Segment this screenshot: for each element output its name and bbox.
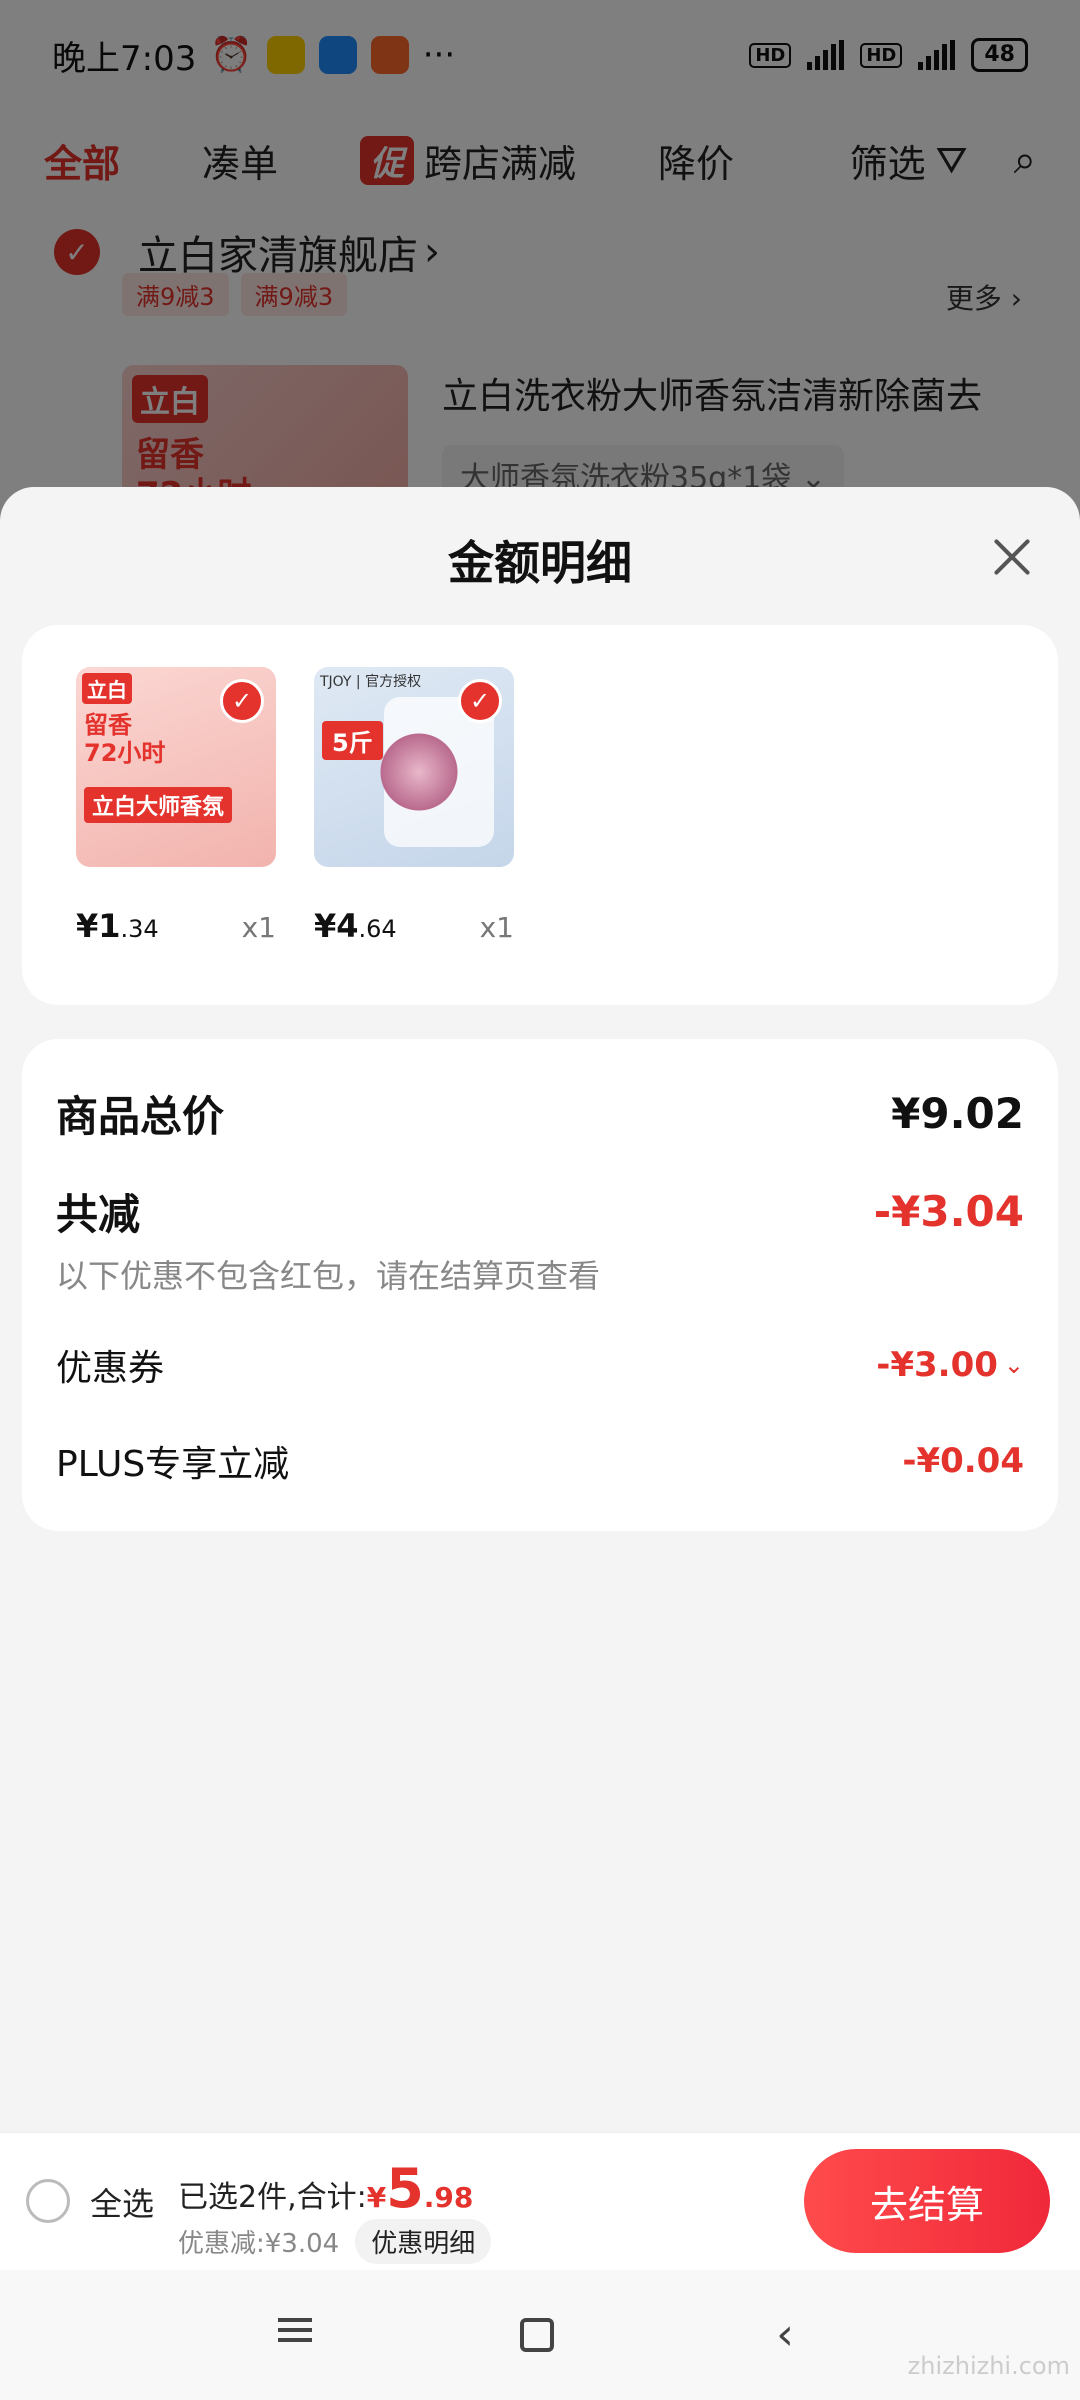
image-badge: 立白大师香氛: [84, 787, 233, 823]
selected-count-text: 已选2件,合计:: [178, 2180, 367, 2215]
product-price: ¥1.34: [76, 907, 159, 945]
selected-summary: 已选2件,合计: ¥5.98: [178, 2157, 473, 2220]
watermark: zhizhizhi.com: [907, 2352, 1070, 2380]
checked-icon: ✓: [458, 679, 502, 723]
sheet-title: 金额明细: [448, 536, 632, 590]
discount-detail-button[interactable]: 优惠明细: [355, 2219, 492, 2264]
coupon-row[interactable]: 优惠券 -¥3.00 ⌄: [56, 1339, 1024, 1391]
coupon-value: -¥3.00: [876, 1345, 998, 1385]
discount-text: 优惠减:¥3.04: [178, 2229, 340, 2259]
back-icon[interactable]: ‹: [760, 2312, 810, 2358]
chevron-down-icon[interactable]: ⌄: [1004, 1351, 1024, 1379]
total-reduction-label: 共减: [56, 1190, 141, 1239]
total-reduction-value: -¥3.04: [873, 1187, 1024, 1236]
checkout-bar: 全选 已选2件,合计: ¥5.98 优惠减:¥3.04 优惠明细 去结算: [0, 2132, 1080, 2270]
selected-product[interactable]: 立白 留香 72小时 立白大师香氛 ✓ ¥1.34 x1: [76, 667, 276, 945]
plus-discount-row: PLUS专享立减 -¥0.04: [56, 1435, 1024, 1487]
checked-icon: ✓: [220, 679, 264, 723]
product-price: ¥4.64: [314, 907, 397, 945]
plus-discount-value: -¥0.04: [902, 1441, 1024, 1481]
image-text: 留香 72小时: [84, 711, 166, 767]
select-all-label[interactable]: 全选: [90, 2179, 154, 2225]
product-quantity: x1: [479, 911, 514, 944]
close-icon[interactable]: [982, 527, 1042, 587]
flower-illustration: [374, 727, 464, 817]
image-brand-text: TJOY | 官方授权: [320, 674, 422, 690]
price-summary-card: 商品总价 ¥9.02 共减 -¥3.04 以下优惠不包含红包，请在结算页查看 优…: [22, 1039, 1058, 1531]
plus-discount-label: PLUS专享立减: [56, 1444, 290, 1485]
system-nav-bar: ‹ zhizhizhi.com: [0, 2270, 1080, 2400]
menu-icon[interactable]: [270, 2312, 320, 2358]
selected-product[interactable]: TJOY | 官方授权 5斤 ✓ ¥4.64 x1: [314, 667, 514, 945]
product-quantity: x1: [241, 911, 276, 944]
product-thumbnail: TJOY | 官方授权 5斤 ✓: [314, 667, 514, 867]
total-price-row: 商品总价 ¥9.02: [56, 1083, 1024, 1144]
checkout-button[interactable]: 去结算: [804, 2149, 1050, 2253]
product-thumbnail: 立白 留香 72小时 立白大师香氛 ✓: [76, 667, 276, 867]
total-price-value: ¥9.02: [891, 1089, 1024, 1138]
selected-products-card: 立白 留香 72小时 立白大师香氛 ✓ ¥1.34 x1 TJOY | 官方授权…: [22, 625, 1058, 1005]
coupon-label: 优惠券: [56, 1348, 165, 1389]
image-badge: 5斤: [322, 721, 383, 760]
total-reduction-row: 共减 -¥3.04: [56, 1181, 1024, 1242]
brand-logo: 立白: [82, 673, 132, 704]
amount-detail-sheet: 金额明细 立白 留香 72小时 立白大师香氛 ✓ ¥1.34 x1 TJOY |…: [0, 487, 1080, 2132]
home-icon[interactable]: [520, 2318, 554, 2352]
select-all-radio[interactable]: [26, 2179, 70, 2223]
checkout-total: ¥5.98: [366, 2157, 474, 2220]
reduction-note: 以下优惠不包含红包，请在结算页查看: [56, 1257, 601, 1295]
total-price-label: 商品总价: [56, 1092, 225, 1141]
